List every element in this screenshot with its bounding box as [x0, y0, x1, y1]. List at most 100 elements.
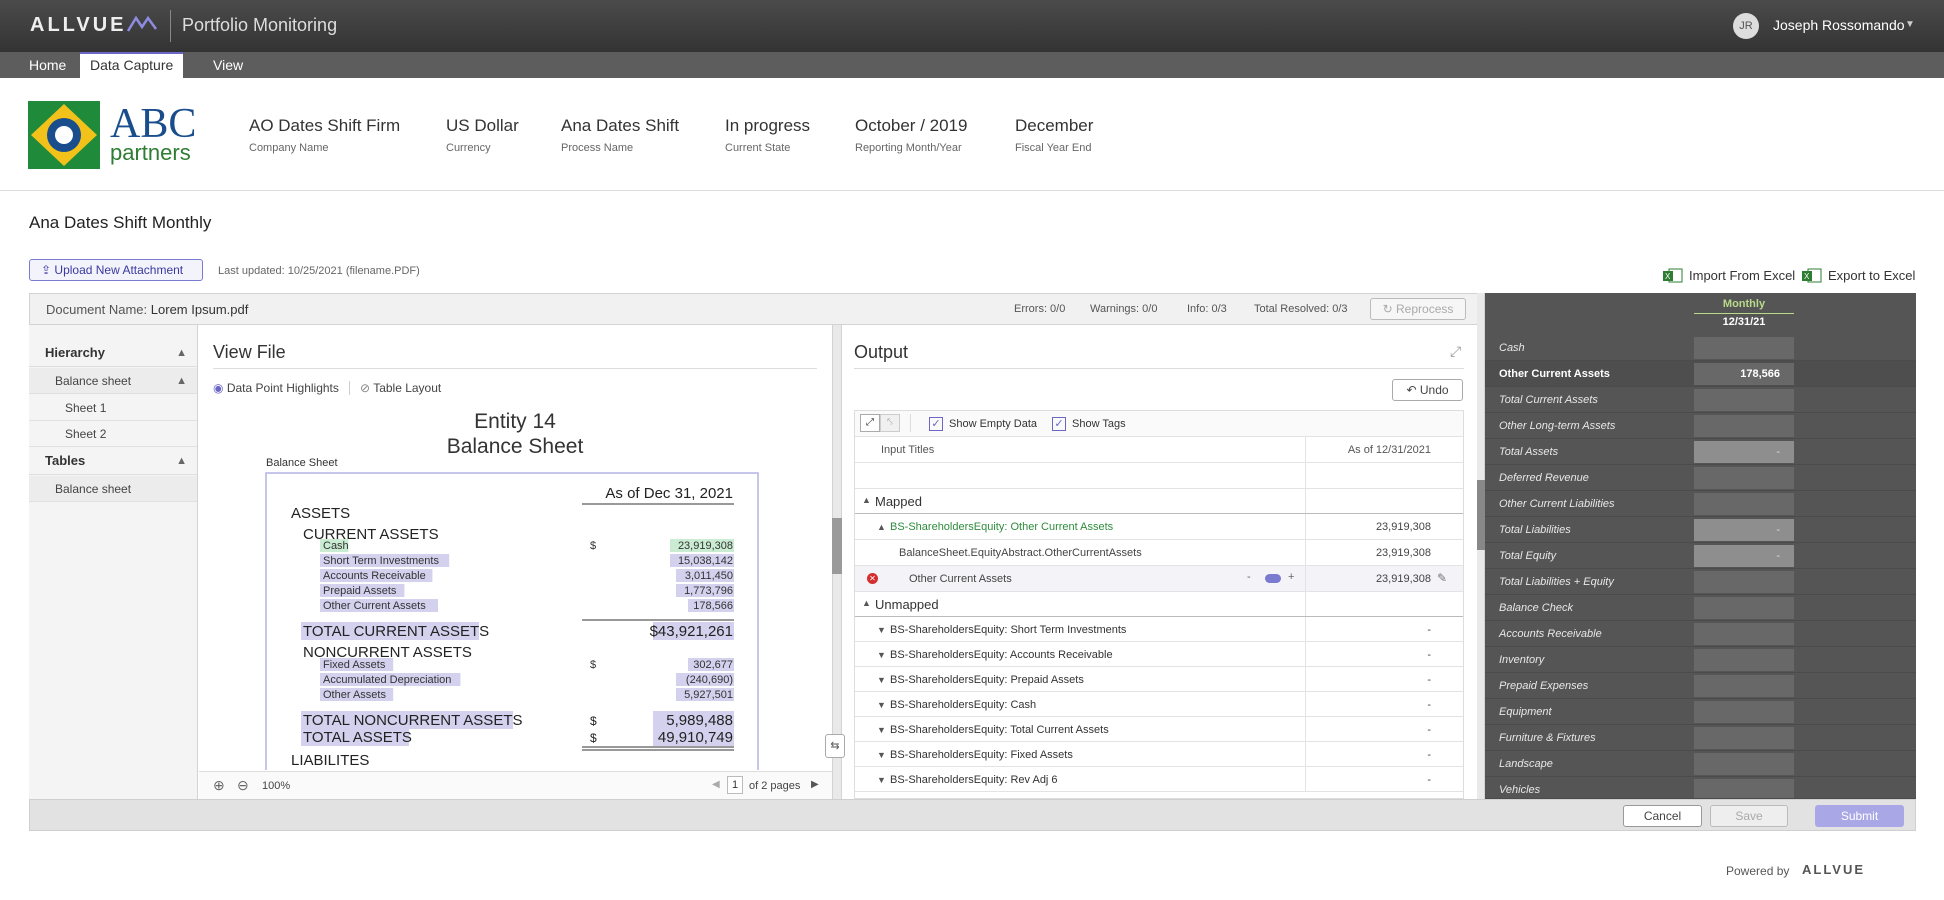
save-button[interactable]: Save	[1710, 805, 1788, 827]
table-layout-toggle[interactable]: ⊘ Table Layout	[360, 381, 441, 395]
unmapped-row[interactable]: ▼ BS-ShareholdersEquity: Total Current As…	[855, 717, 1463, 742]
cancel-button[interactable]: Cancel	[1623, 805, 1702, 827]
financial-row[interactable]: Total Equity -	[1485, 543, 1916, 569]
chevron-down-icon[interactable]: ▼	[877, 650, 886, 660]
unmapped-row[interactable]: ▼ BS-ShareholdersEquity: Accounts Receiva…	[855, 642, 1463, 667]
chevron-down-icon[interactable]: ▼	[877, 775, 886, 785]
financial-row-value[interactable]	[1694, 623, 1794, 645]
doc-row-value[interactable]: 178,566	[693, 600, 733, 612]
financial-row[interactable]: Prepaid Expenses	[1485, 673, 1916, 699]
collapse-all-icon[interactable]: ⤣	[880, 414, 900, 432]
next-page-icon[interactable]: ▶	[811, 779, 819, 790]
doc-row-label[interactable]: Accounts Receivable	[323, 570, 426, 582]
financial-row[interactable]: Total Liabilities + Equity	[1485, 569, 1916, 595]
reprocess-button[interactable]: ↻ Reprocess	[1370, 298, 1466, 320]
financial-row[interactable]: Cash	[1485, 335, 1916, 361]
swap-panels-icon[interactable]: ⇆	[825, 734, 845, 758]
chevron-up-icon[interactable]: ▲	[176, 447, 187, 475]
export-excel-button[interactable]: X Export to Excel	[1802, 267, 1915, 283]
chevron-down-icon[interactable]: ▼	[877, 700, 886, 710]
doc-row-label[interactable]: Accumulated Depreciation	[323, 674, 451, 686]
submit-button[interactable]: Submit	[1815, 805, 1904, 827]
mapped-section[interactable]: ▲ Mapped	[855, 489, 1463, 514]
financial-row-value[interactable]	[1694, 571, 1794, 593]
chevron-down-icon[interactable]: ▼	[877, 750, 886, 760]
upload-attachment-button[interactable]: ⇪ Upload New Attachment	[29, 259, 203, 281]
zoom-in-icon[interactable]: ⊕	[213, 777, 225, 794]
financial-row-value[interactable]	[1694, 415, 1794, 437]
financial-row[interactable]: Landscape	[1485, 751, 1916, 777]
splitter-handle[interactable]	[832, 518, 842, 574]
unmapped-row[interactable]: ▼ BS-ShareholdersEquity: Rev Adj 6 -	[855, 767, 1463, 792]
financial-row-value[interactable]	[1694, 467, 1794, 489]
financial-row-value[interactable]: -	[1694, 441, 1794, 463]
hierarchy-group-balance-sheet[interactable]: Balance sheet ▲	[29, 368, 197, 394]
unmapped-row[interactable]: ▼ BS-ShareholdersEquity: Fixed Assets -	[855, 742, 1463, 767]
doc-row-value[interactable]: 1,773,796	[684, 585, 733, 597]
doc-row-value[interactable]: 15,038,142	[678, 555, 733, 567]
user-name[interactable]: Joseph Rossomando	[1773, 17, 1905, 33]
financial-row[interactable]: Total Current Assets	[1485, 387, 1916, 413]
financial-row[interactable]: Equipment	[1485, 699, 1916, 725]
menu-data-capture[interactable]: Data Capture	[80, 52, 184, 78]
doc-row-label[interactable]: Short Term Investments	[323, 555, 439, 567]
financial-row[interactable]: Vehicles	[1485, 777, 1916, 799]
financial-row-value[interactable]	[1694, 675, 1794, 697]
increment-button[interactable]: +	[1288, 571, 1294, 583]
sidebar-item-balance-sheet-table[interactable]: Balance sheet	[29, 476, 197, 502]
chevron-down-icon[interactable]: ▼	[877, 625, 886, 635]
edit-icon[interactable]: ✎	[1437, 571, 1447, 585]
doc-row-label[interactable]: Other Assets	[323, 689, 386, 701]
chevron-up-icon[interactable]: ▲	[176, 339, 187, 367]
financial-row[interactable]: Other Current Liabilities	[1485, 491, 1916, 517]
sidebar-item-sheet-1[interactable]: Sheet 1	[29, 395, 197, 421]
unmapped-row[interactable]: ▼ BS-ShareholdersEquity: Cash -	[855, 692, 1463, 717]
chevron-up-icon[interactable]: ▲	[862, 495, 871, 505]
chevron-up-icon[interactable]: ▲	[862, 598, 871, 608]
doc-row-label[interactable]: Fixed Assets	[323, 659, 386, 671]
chevron-down-icon[interactable]: ▼	[877, 725, 886, 735]
financial-row[interactable]: Deferred Revenue	[1485, 465, 1916, 491]
expand-all-icon[interactable]: ⤢	[860, 414, 880, 432]
avatar[interactable]: JR	[1733, 13, 1759, 39]
financial-row-value[interactable]	[1694, 727, 1794, 749]
doc-row-value[interactable]: 5,927,501	[684, 689, 733, 701]
financial-row[interactable]: Balance Check	[1485, 595, 1916, 621]
financial-row[interactable]: Other Current Assets 178,566	[1485, 361, 1916, 387]
chevron-up-icon[interactable]: ▲	[877, 522, 886, 532]
financial-row[interactable]: Inventory	[1485, 647, 1916, 673]
financial-row-value[interactable]	[1694, 701, 1794, 723]
decrement-button[interactable]: -	[1247, 571, 1251, 583]
doc-row-label[interactable]: Prepaid Assets	[323, 585, 397, 597]
show-tags-checkbox[interactable]: ✓	[1052, 417, 1066, 431]
financial-row-value[interactable]	[1694, 649, 1794, 671]
financial-row[interactable]: Total Liabilities -	[1485, 517, 1916, 543]
hierarchy-header[interactable]: Hierarchy ▲	[29, 339, 197, 367]
chevron-down-icon[interactable]: ▼	[1905, 19, 1915, 30]
financial-row[interactable]: Accounts Receivable	[1485, 621, 1916, 647]
doc-row-value[interactable]: 302,677	[693, 659, 733, 671]
toggle-switch[interactable]	[1265, 574, 1281, 583]
sidebar-item-sheet-2[interactable]: Sheet 2	[29, 421, 197, 447]
import-excel-button[interactable]: X Import From Excel	[1663, 267, 1795, 283]
tables-header[interactable]: Tables ▲	[29, 447, 197, 475]
mapped-row[interactable]: ▲ BS-ShareholdersEquity: Other Current A…	[855, 514, 1463, 540]
doc-row-label[interactable]: Cash	[323, 540, 349, 552]
unmapped-section[interactable]: ▲ Unmapped	[855, 592, 1463, 617]
show-empty-checkbox[interactable]: ✓	[929, 417, 943, 431]
financial-row[interactable]: Furniture & Fixtures	[1485, 725, 1916, 751]
splitter-handle[interactable]	[1477, 480, 1485, 550]
undo-button[interactable]: ↶ Undo	[1392, 379, 1463, 401]
financial-row-value[interactable]: -	[1694, 545, 1794, 567]
financial-row[interactable]: Other Long-term Assets	[1485, 413, 1916, 439]
chevron-down-icon[interactable]: ▼	[877, 675, 886, 685]
expand-icon[interactable]: ⤢	[1450, 343, 1461, 360]
chevron-up-icon[interactable]: ▲	[176, 368, 187, 394]
menu-home[interactable]: Home	[19, 52, 76, 78]
unmapped-row[interactable]: ▼ BS-ShareholdersEquity: Short Term Inves…	[855, 617, 1463, 642]
financial-row-value[interactable]	[1694, 493, 1794, 515]
data-point-highlights-toggle[interactable]: ◉ Data Point Highlights	[213, 381, 339, 395]
doc-row-value[interactable]: 23,919,308	[678, 540, 733, 552]
financial-row-value[interactable]: 178,566	[1694, 363, 1794, 385]
unmapped-row[interactable]: ▼ BS-ShareholdersEquity: Prepaid Assets -	[855, 667, 1463, 692]
